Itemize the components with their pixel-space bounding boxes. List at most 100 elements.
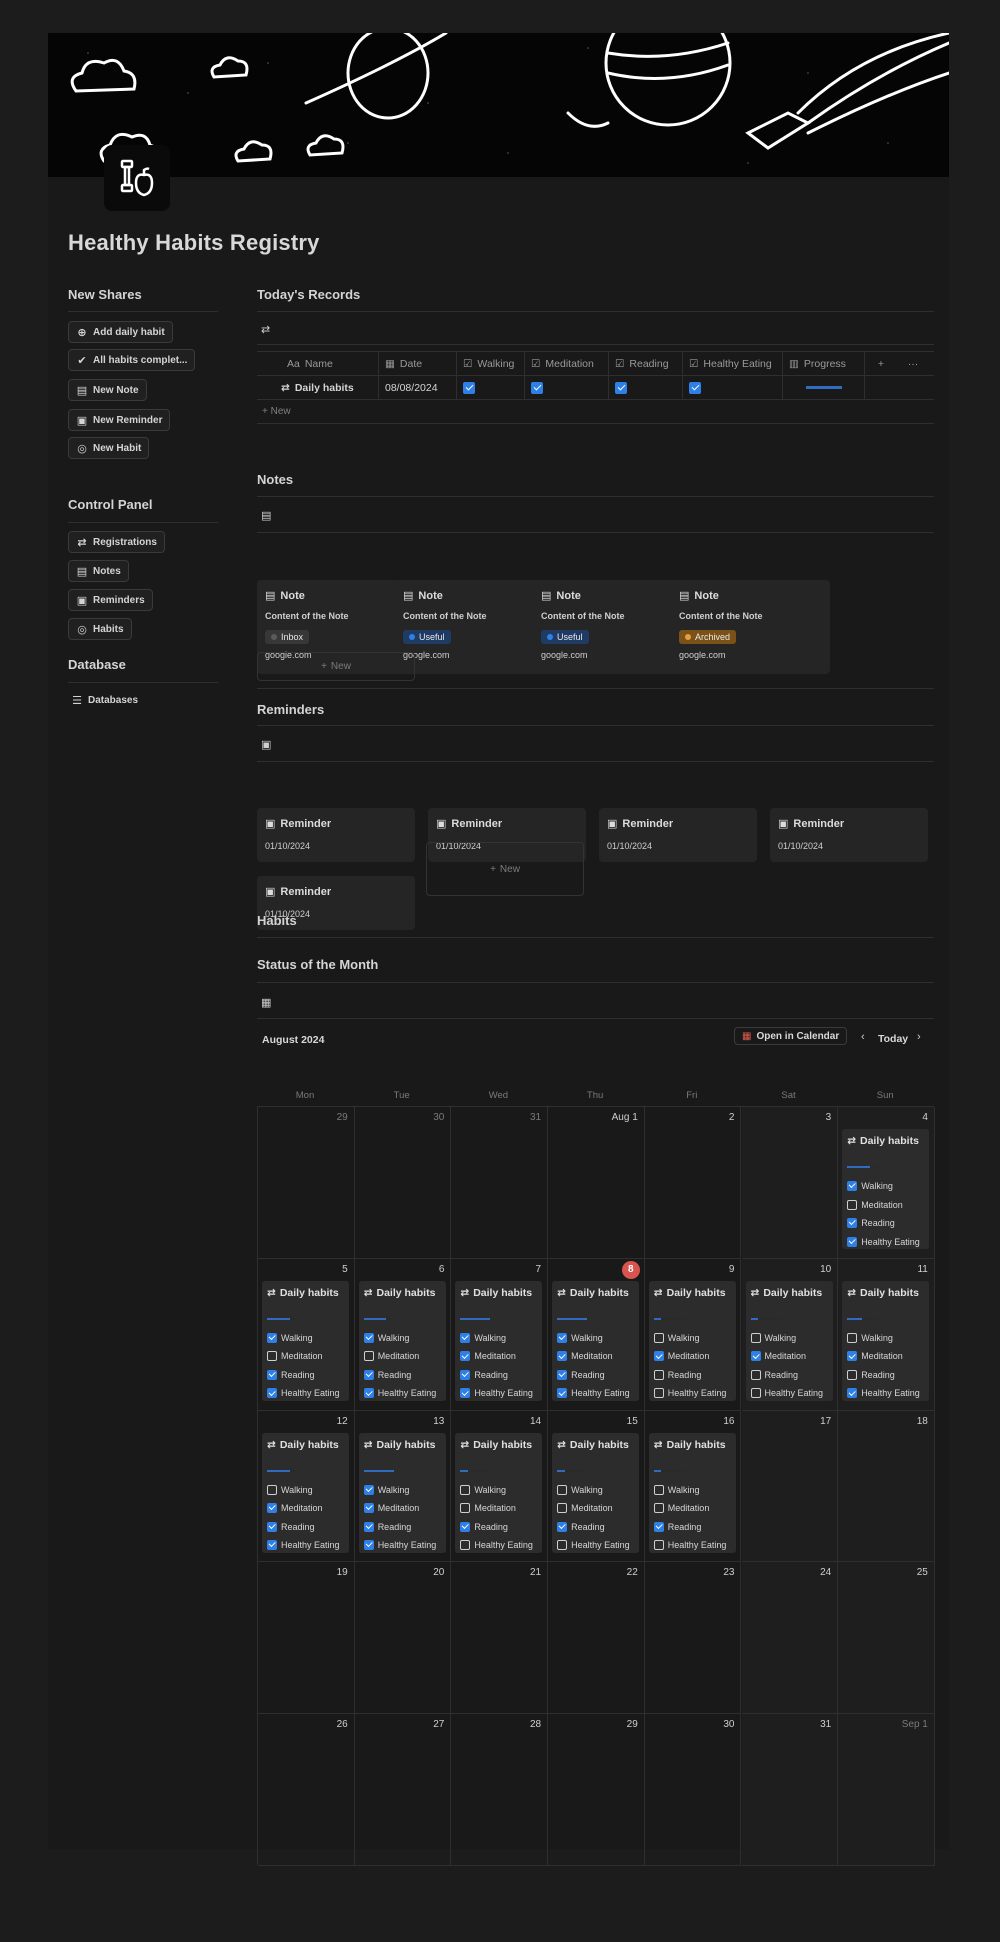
habit-checkbox[interactable] [847, 1332, 858, 1343]
event-habit-item[interactable]: Meditation [363, 1351, 419, 1362]
note-icon[interactable]: ▤ [261, 509, 271, 522]
event-habit-item[interactable]: Walking [267, 1332, 313, 1343]
calendar-day-cell[interactable]: 19 [258, 1562, 355, 1715]
registrations-button[interactable]: ⇄ Registrations [68, 531, 165, 553]
reminder-card[interactable]: ▣ Reminder 01/10/2024 [770, 808, 928, 862]
calendar-icon[interactable]: ▦ [261, 996, 271, 1009]
event-habit-item[interactable]: Reading [460, 1369, 508, 1380]
habit-checkbox[interactable] [653, 1332, 664, 1343]
habit-checkbox[interactable] [653, 1369, 664, 1380]
habit-checkbox[interactable] [750, 1388, 761, 1399]
event-habit-item[interactable]: Walking [653, 1332, 699, 1343]
calendar-day-cell[interactable]: 26 [258, 1714, 355, 1866]
event-habit-item[interactable]: Healthy Eating [653, 1540, 726, 1551]
event-habit-item[interactable]: Reading [460, 1521, 508, 1532]
calendar-day-cell[interactable]: 13 ⇄ Daily habits Walking Meditation Reading H… [354, 1410, 452, 1563]
habit-checkbox[interactable] [653, 1388, 664, 1399]
calendar-day-cell[interactable]: 29 [258, 1107, 355, 1259]
event-habit-item[interactable]: Walking [363, 1332, 409, 1343]
column-walking[interactable]: ☑ Walking [457, 352, 525, 375]
calendar-day-cell[interactable]: 5 ⇄ Daily habits Walking Meditation Reading He… [258, 1258, 355, 1411]
habit-checkbox[interactable] [267, 1503, 277, 1514]
habit-checkbox[interactable] [750, 1369, 761, 1380]
event-habit-item[interactable]: Walking [750, 1332, 796, 1343]
habit-checkbox[interactable] [460, 1503, 471, 1514]
notes-button[interactable]: ▤ Notes [68, 560, 129, 582]
event-habit-item[interactable]: Healthy Eating [847, 1236, 920, 1247]
calendar-day-cell[interactable]: 23 [644, 1562, 742, 1715]
event-habit-item[interactable]: Meditation [750, 1351, 806, 1362]
repeat-icon[interactable]: ⇄ [261, 323, 270, 336]
event-habit-item[interactable]: Reading [557, 1521, 605, 1532]
row-meditation-cell[interactable] [525, 376, 609, 399]
new-note-card-button[interactable]: + New [257, 652, 415, 681]
event-habit-item[interactable]: Healthy Eating [267, 1540, 340, 1551]
habit-checkbox[interactable] [847, 1218, 858, 1228]
calendar-day-cell[interactable]: 2 [644, 1107, 742, 1259]
calendar-day-cell[interactable]: 27 [354, 1714, 452, 1866]
habit-checkbox[interactable] [363, 1332, 374, 1343]
habit-checkbox[interactable] [557, 1388, 568, 1399]
calendar-day-cell[interactable]: 10 ⇄ Daily habits Walking Meditation Reading H… [741, 1258, 839, 1411]
habit-checkbox[interactable] [460, 1388, 471, 1399]
note-card[interactable]: ▤ Note Content of the Note Useful google.com [533, 580, 692, 674]
habit-checkbox[interactable] [363, 1351, 374, 1362]
new-reminder-card-button[interactable]: + New [426, 842, 584, 896]
event-habit-item[interactable]: Healthy Eating [750, 1388, 823, 1399]
habit-event-card[interactable]: ⇄ Daily habits Walking Meditation Reading Hea… [455, 1280, 543, 1401]
event-habit-item[interactable]: Meditation [653, 1351, 709, 1362]
databases-link[interactable]: ☰ Databases [64, 689, 145, 711]
habit-checkbox[interactable] [460, 1369, 471, 1380]
habit-event-card[interactable]: ⇄ Daily habits Walking Meditation Reading Hea… [842, 1129, 930, 1249]
add-column-button[interactable]: + [865, 352, 897, 375]
event-habit-item[interactable]: Walking [267, 1484, 313, 1495]
habit-checkbox[interactable] [847, 1236, 858, 1247]
calendar-day-cell[interactable]: 3 [741, 1107, 839, 1259]
event-habit-item[interactable]: Walking [363, 1484, 409, 1495]
reminders-button[interactable]: ▣ Reminders [68, 589, 153, 611]
habit-checkbox[interactable] [557, 1369, 568, 1380]
habit-checkbox[interactable] [460, 1332, 471, 1343]
event-habit-item[interactable]: Healthy Eating [847, 1388, 920, 1399]
event-habit-item[interactable]: Reading [847, 1218, 895, 1228]
calendar-day-cell[interactable]: Sep 1 [838, 1714, 935, 1866]
calendar-day-cell[interactable]: 31 [741, 1714, 839, 1866]
event-habit-item[interactable]: Meditation [460, 1351, 516, 1362]
calendar-day-cell[interactable]: 11 ⇄ Daily habits Walking Meditation Reading H… [838, 1258, 935, 1411]
column-healthy-eating[interactable]: ☑ Healthy Eating [683, 352, 783, 375]
calendar-day-cell[interactable]: 12 ⇄ Daily habits Walking Meditation Reading H… [258, 1410, 355, 1563]
event-habit-item[interactable]: Reading [363, 1369, 411, 1380]
event-habit-item[interactable]: Healthy Eating [460, 1388, 533, 1399]
habit-checkbox[interactable] [847, 1369, 858, 1380]
habit-checkbox[interactable] [653, 1521, 664, 1532]
event-habit-item[interactable]: Walking [847, 1181, 893, 1191]
event-habit-item[interactable]: Healthy Eating [363, 1540, 436, 1551]
table-row[interactable]: ⇄ Daily habits 08/08/2024 [257, 376, 934, 400]
note-card[interactable]: ▤ Note Content of the Note Useful google.com [395, 580, 554, 674]
calendar-day-cell[interactable]: 22 [548, 1562, 645, 1715]
calendar-day-cell[interactable]: 7 ⇄ Daily habits Walking Meditation Reading He… [451, 1258, 549, 1411]
row-walking-cell[interactable] [457, 376, 525, 399]
note-url[interactable]: google.com [541, 650, 588, 660]
more-options-button[interactable]: ··· [897, 352, 929, 375]
calendar-day-cell[interactable]: 31 [451, 1107, 549, 1259]
event-habit-item[interactable]: Walking [460, 1332, 506, 1343]
event-habit-item[interactable]: Reading [750, 1369, 798, 1380]
habit-checkbox[interactable] [363, 1521, 374, 1532]
column-progress[interactable]: ▥ Progress [783, 352, 865, 375]
chevron-left-icon[interactable]: ‹ [861, 1031, 865, 1043]
row-name-cell[interactable]: ⇄ Daily habits [257, 376, 379, 399]
column-reading[interactable]: ☑ Reading [609, 352, 683, 375]
event-habit-item[interactable]: Meditation [557, 1351, 613, 1362]
habit-event-card[interactable]: ⇄ Daily habits Walking Meditation Reading Hea… [842, 1280, 930, 1401]
cover-image[interactable] [48, 33, 949, 177]
note-card[interactable]: ▤ Note Content of the Note Archived google.c… [671, 580, 830, 674]
event-habit-item[interactable]: Meditation [363, 1503, 419, 1514]
calendar-day-cell[interactable]: 16 ⇄ Daily habits Walking Meditation Reading H… [644, 1410, 742, 1563]
habit-event-card[interactable]: ⇄ Daily habits Walking Meditation Reading Hea… [262, 1432, 349, 1553]
calendar-day-cell[interactable]: 30 [354, 1107, 452, 1259]
habit-checkbox[interactable] [653, 1503, 664, 1514]
reminder-card[interactable]: ▣ Reminder 01/10/2024 [599, 808, 757, 862]
row-date-cell[interactable]: 08/08/2024 [379, 376, 457, 399]
habit-checkbox[interactable] [460, 1351, 471, 1362]
